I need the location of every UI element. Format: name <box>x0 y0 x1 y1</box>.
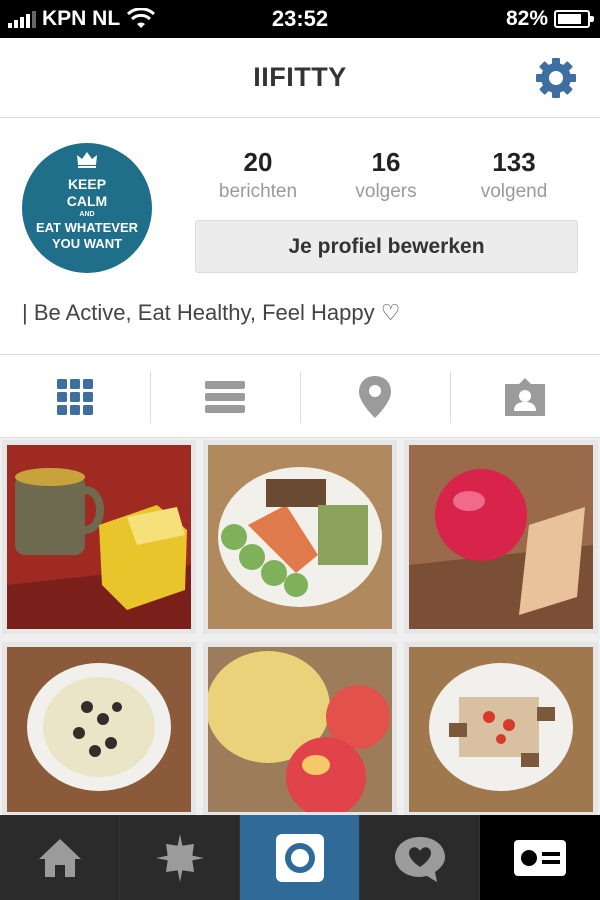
stat-number: 20 <box>243 147 273 177</box>
view-tabs <box>0 354 600 438</box>
avatar-text-line: EAT WHATEVER <box>35 220 139 235</box>
grid-icon <box>57 379 93 415</box>
tab-activity[interactable] <box>360 815 480 900</box>
photo-tile-croutons-salad[interactable] <box>404 642 598 817</box>
tab-tagged[interactable] <box>450 355 600 439</box>
photo-image <box>7 445 191 629</box>
edit-profile-button[interactable]: Je profiel bewerken <box>195 220 578 273</box>
stat-number: 16 <box>371 147 401 177</box>
tab-map[interactable] <box>300 355 450 439</box>
avatar-text-line: YOU WANT <box>51 236 123 251</box>
profile-bio: | Be Active, Eat Healthy, Feel Happy ♡ <box>22 300 401 325</box>
photo-image <box>7 647 191 812</box>
stat-posts[interactable]: 20 berichten <box>193 147 323 203</box>
tab-grid[interactable] <box>0 355 150 439</box>
photo-tile-tea-and-butter[interactable] <box>2 440 196 634</box>
stat-number: 133 <box>492 147 536 177</box>
photo-tile-melon-and-apples[interactable] <box>203 642 397 817</box>
tab-camera[interactable] <box>240 815 360 900</box>
photo-image <box>409 445 593 629</box>
photo-tile-apple-and-crackers[interactable] <box>404 440 598 634</box>
battery-percent: 82% <box>505 7 548 30</box>
tab-home[interactable] <box>0 815 120 900</box>
camera-icon <box>275 833 324 882</box>
tagged-person-icon <box>505 378 545 416</box>
stat-followers[interactable]: 16 volgers <box>321 147 451 203</box>
photo-image <box>208 445 392 629</box>
avatar-text-line: CALM <box>66 193 108 209</box>
app-screen: KPN NL 23:52 82% IIFITTY KEEP CALM AND E… <box>0 0 600 900</box>
nav-bar: IIFITTY <box>0 38 600 118</box>
stat-label: volgend <box>480 181 548 202</box>
bottom-tab-bar <box>0 815 600 900</box>
avatar-text-line: KEEP <box>67 176 107 192</box>
page-title: IIFITTY <box>253 62 347 92</box>
avatar-text-line: AND <box>79 211 95 218</box>
activity-speech-heart-icon <box>394 836 445 882</box>
photo-image <box>208 647 392 812</box>
tab-profile[interactable] <box>480 815 600 900</box>
location-pin-icon <box>359 376 391 418</box>
tab-explore[interactable] <box>120 815 240 900</box>
home-icon <box>38 838 81 877</box>
battery-icon <box>554 10 594 28</box>
photo-tile-salmon-salad[interactable] <box>203 440 397 634</box>
tab-list[interactable] <box>150 355 300 439</box>
stat-label: berichten <box>218 181 298 202</box>
photo-grid <box>0 438 600 817</box>
crown-icon <box>77 152 97 168</box>
profile-card-icon <box>514 839 566 876</box>
stat-following[interactable]: 133 volgend <box>449 147 579 203</box>
photo-tile-fruit-bowl[interactable] <box>2 642 196 817</box>
list-icon <box>205 381 245 413</box>
battery-fill <box>558 14 581 24</box>
stat-label: volgers <box>355 181 417 202</box>
photo-image <box>409 647 593 812</box>
gear-icon[interactable] <box>534 56 578 100</box>
avatar[interactable]: KEEP CALM AND EAT WHATEVER YOU WANT <box>22 143 152 273</box>
battery-group: 82% <box>505 6 594 32</box>
explore-star-icon <box>155 833 204 882</box>
status-bar: KPN NL 23:52 82% <box>0 0 600 38</box>
